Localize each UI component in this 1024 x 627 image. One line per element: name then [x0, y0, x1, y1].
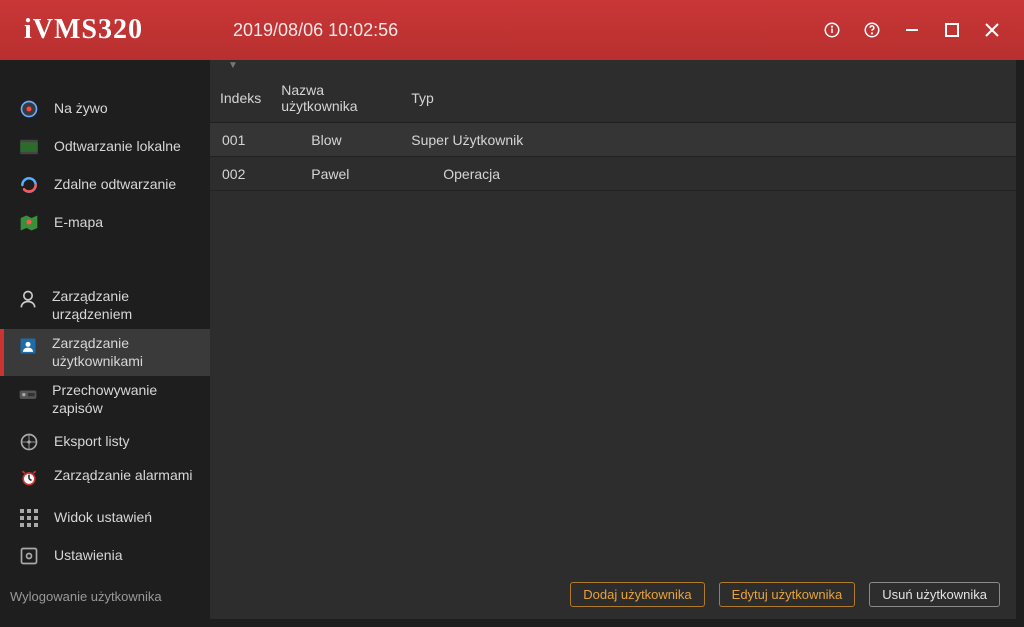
collapse-arrow-icon[interactable]: ▼ — [210, 60, 1016, 74]
film-icon — [18, 136, 40, 158]
edit-user-button[interactable]: Edytuj użytkownika — [719, 582, 856, 607]
sidebar-item-storage[interactable]: Przechowywanie zapisów — [0, 376, 210, 423]
sidebar-item-label: E-mapa — [54, 214, 103, 232]
table-header-row: Indeks Nazwa użytkownika Typ — [210, 74, 1016, 123]
sidebar-item-export-list[interactable]: Eksport listy — [0, 423, 210, 461]
sidebar-item-settings[interactable]: Ustawienia — [0, 537, 210, 575]
sidebar: Na żywo Odtwarzanie lokalne Zdalne odtwa… — [0, 60, 210, 627]
delete-user-button[interactable]: Usuń użytkownika — [869, 582, 1000, 607]
column-header-type[interactable]: Typ — [401, 74, 1016, 123]
help-icon[interactable] — [852, 10, 892, 50]
grid-icon — [18, 507, 40, 529]
sidebar-item-label: Zarządzanie urządzeniem — [52, 288, 198, 323]
device-icon — [18, 288, 38, 310]
sidebar-item-label: Odtwarzanie lokalne — [54, 138, 181, 156]
timestamp: 2019/08/06 10:02:56 — [233, 20, 398, 41]
cell-index: 001 — [210, 123, 271, 157]
app-name: iVMS320 — [24, 14, 143, 46]
export-icon — [18, 431, 40, 453]
gear-icon — [18, 545, 40, 567]
sidebar-item-label: Zdalne odtwarzanie — [54, 176, 176, 194]
sidebar-logout[interactable]: Wylogowanie użytkownika — [0, 581, 210, 612]
sidebar-item-label: Przechowywanie zapisów — [52, 382, 198, 417]
sidebar-logout-label: Wylogowanie użytkownika — [10, 589, 162, 604]
main-panel: ▼ Indeks Nazwa użytkownika Typ 001 Blow … — [210, 60, 1016, 619]
column-header-name[interactable]: Nazwa użytkownika — [271, 74, 401, 123]
user-icon — [18, 335, 38, 357]
sidebar-item-view-settings[interactable]: Widok ustawień — [0, 499, 210, 537]
add-user-button[interactable]: Dodaj użytkownika — [570, 582, 704, 607]
cell-name: Pawel — [271, 157, 401, 191]
cell-type: Operacja — [401, 157, 1016, 191]
alarm-icon — [18, 467, 40, 489]
sidebar-item-local-playback[interactable]: Odtwarzanie lokalne — [0, 128, 210, 166]
table-row[interactable]: 002 Pawel Operacja — [210, 157, 1016, 191]
map-icon — [18, 212, 40, 234]
sidebar-item-emap[interactable]: E-mapa — [0, 204, 210, 242]
footer-actions: Dodaj użytkownika Edytuj użytkownika Usu… — [210, 569, 1016, 619]
sidebar-item-live[interactable]: Na żywo — [0, 90, 210, 128]
sidebar-item-label: Ustawienia — [54, 547, 122, 565]
sidebar-item-device-management[interactable]: Zarządzanie urządzeniem — [0, 282, 210, 329]
user-table: Indeks Nazwa użytkownika Typ 001 Blow Su… — [210, 74, 1016, 191]
minimize-icon[interactable] — [892, 10, 932, 50]
sidebar-item-alarm-management[interactable]: Zarządzanie alarmami — [0, 461, 210, 499]
sidebar-item-remote-playback[interactable]: Zdalne odtwarzanie — [0, 166, 210, 204]
info-icon[interactable] — [812, 10, 852, 50]
cell-type: Super Użytkownik — [401, 123, 1016, 157]
refresh-icon — [18, 174, 40, 196]
camera-icon — [18, 98, 40, 120]
sidebar-item-label: Zarządzanie alarmami — [54, 467, 193, 485]
cell-index: 002 — [210, 157, 271, 191]
cell-name: Blow — [271, 123, 401, 157]
sidebar-item-label: Na żywo — [54, 100, 108, 118]
table-row[interactable]: 001 Blow Super Użytkownik — [210, 123, 1016, 157]
sidebar-item-label: Zarządzanie użytkownikami — [52, 335, 198, 370]
sidebar-item-label: Eksport listy — [54, 433, 129, 451]
sidebar-item-label: Widok ustawień — [54, 509, 152, 527]
maximize-icon[interactable] — [932, 10, 972, 50]
sidebar-item-user-management[interactable]: Zarządzanie użytkownikami — [0, 329, 210, 376]
title-bar: iVMS320 2019/08/06 10:02:56 — [0, 0, 1024, 60]
storage-icon — [18, 382, 38, 404]
column-header-index[interactable]: Indeks — [210, 74, 271, 123]
close-icon[interactable] — [972, 10, 1012, 50]
